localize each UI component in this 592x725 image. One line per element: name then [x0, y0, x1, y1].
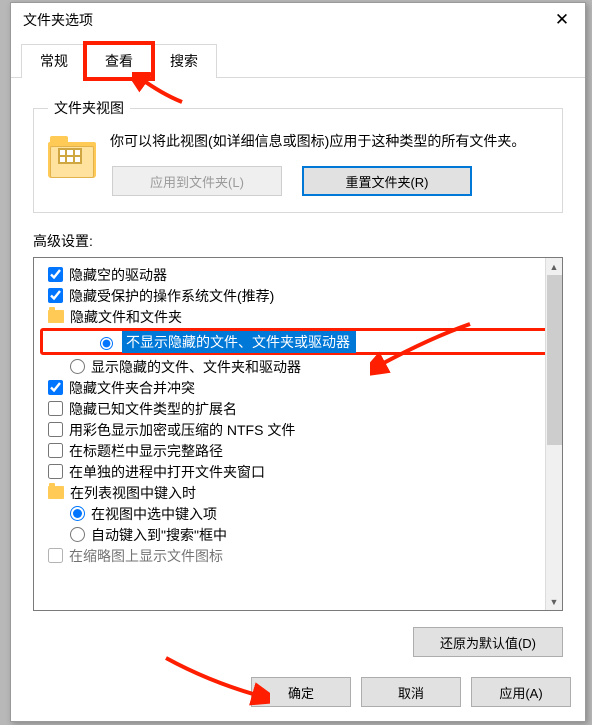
folder-view-description: 你可以将此视图(如详细信息或图标)应用于这种类型的所有文件夹。 — [110, 130, 548, 152]
radio-dont-show-hidden[interactable] — [100, 337, 113, 350]
opt-show-hidden[interactable]: 显示隐藏的文件、文件夹和驱动器 — [40, 356, 560, 377]
checkbox-hide-known-ext[interactable] — [48, 401, 63, 416]
close-button[interactable]: ✕ — [539, 5, 585, 35]
tab-general[interactable]: 常规 — [21, 44, 87, 78]
restore-defaults-button[interactable]: 还原为默认值(D) — [413, 627, 563, 657]
scroll-down-icon[interactable]: ▼ — [546, 593, 562, 610]
dialog-title: 文件夹选项 — [23, 10, 93, 30]
folder-view-group: 文件夹视图 你可以将此视图(如详细信息或图标)应用于这种类型的所有文件夹。 应用… — [33, 98, 563, 213]
dialog-footer: 确定 取消 应用(A) — [11, 671, 585, 721]
apply-button[interactable]: 应用(A) — [471, 677, 571, 707]
checkbox-hide-protected-os[interactable] — [48, 288, 63, 303]
apply-to-folders-button[interactable]: 应用到文件夹(L) — [112, 166, 282, 196]
folder-options-dialog: 文件夹选项 ✕ 常规 查看 搜索 文件夹视图 你可以将此视图(如详细信息或图标)… — [10, 2, 586, 722]
titlebar: 文件夹选项 ✕ — [11, 3, 585, 37]
close-icon: ✕ — [555, 10, 569, 30]
radio-show-hidden[interactable] — [70, 359, 85, 374]
tab-content: 文件夹视图 你可以将此视图(如详细信息或图标)应用于这种类型的所有文件夹。 应用… — [11, 78, 585, 671]
folder-icon — [48, 136, 96, 178]
opt-hide-known-ext[interactable]: 隐藏已知文件类型的扩展名 — [40, 398, 560, 419]
opt-dont-show-hidden[interactable]: 不显示隐藏的文件、文件夹或驱动器 — [43, 331, 557, 352]
ok-button[interactable]: 确定 — [251, 677, 351, 707]
tab-search[interactable]: 搜索 — [151, 44, 217, 78]
radio-type-auto-search[interactable] — [70, 527, 85, 542]
tab-view[interactable]: 查看 — [86, 44, 152, 78]
checkbox-full-path-title[interactable] — [48, 443, 63, 458]
reset-folders-button[interactable]: 重置文件夹(R) — [302, 166, 472, 196]
advanced-settings-tree[interactable]: 隐藏空的驱动器 隐藏受保护的操作系统文件(推荐) 隐藏文件和文件夹 不显示隐藏的… — [33, 257, 563, 611]
opt-type-auto-search[interactable]: 自动键入到"搜索"框中 — [40, 524, 560, 545]
checkbox-thumb-cut[interactable] — [48, 548, 63, 563]
folder-icon — [48, 486, 64, 499]
opt-hide-protected-os[interactable]: 隐藏受保护的操作系统文件(推荐) — [40, 285, 560, 306]
group-hidden-files[interactable]: 隐藏文件和文件夹 — [40, 306, 560, 327]
highlight-dont-show-hidden: 不显示隐藏的文件、文件夹或驱动器 — [40, 328, 560, 355]
advanced-settings-label: 高级设置: — [33, 231, 563, 251]
tree-scrollbar[interactable]: ▲ ▼ — [545, 258, 562, 610]
opt-full-path-title[interactable]: 在标题栏中显示完整路径 — [40, 440, 560, 461]
folder-view-legend: 文件夹视图 — [48, 98, 130, 118]
opt-hide-empty-drives[interactable]: 隐藏空的驱动器 — [40, 264, 560, 285]
opt-ntfs-color[interactable]: 用彩色显示加密或压缩的 NTFS 文件 — [40, 419, 560, 440]
radio-type-select[interactable] — [70, 506, 85, 521]
scroll-thumb[interactable] — [547, 275, 562, 445]
cancel-button[interactable]: 取消 — [361, 677, 461, 707]
opt-hide-merge-conflict[interactable]: 隐藏文件夹合并冲突 — [40, 377, 560, 398]
folder-icon — [48, 310, 64, 323]
scroll-up-icon[interactable]: ▲ — [546, 258, 562, 275]
checkbox-separate-process[interactable] — [48, 464, 63, 479]
tab-bar: 常规 查看 搜索 — [11, 37, 585, 78]
group-type-in-list[interactable]: 在列表视图中键入时 — [40, 482, 560, 503]
opt-separate-process[interactable]: 在单独的进程中打开文件夹窗口 — [40, 461, 560, 482]
checkbox-ntfs-color[interactable] — [48, 422, 63, 437]
checkbox-hide-merge-conflict[interactable] — [48, 380, 63, 395]
checkbox-hide-empty-drives[interactable] — [48, 267, 63, 282]
opt-type-select[interactable]: 在视图中选中键入项 — [40, 503, 560, 524]
opt-thumb-cut[interactable]: 在缩略图上显示文件图标 — [40, 545, 560, 566]
